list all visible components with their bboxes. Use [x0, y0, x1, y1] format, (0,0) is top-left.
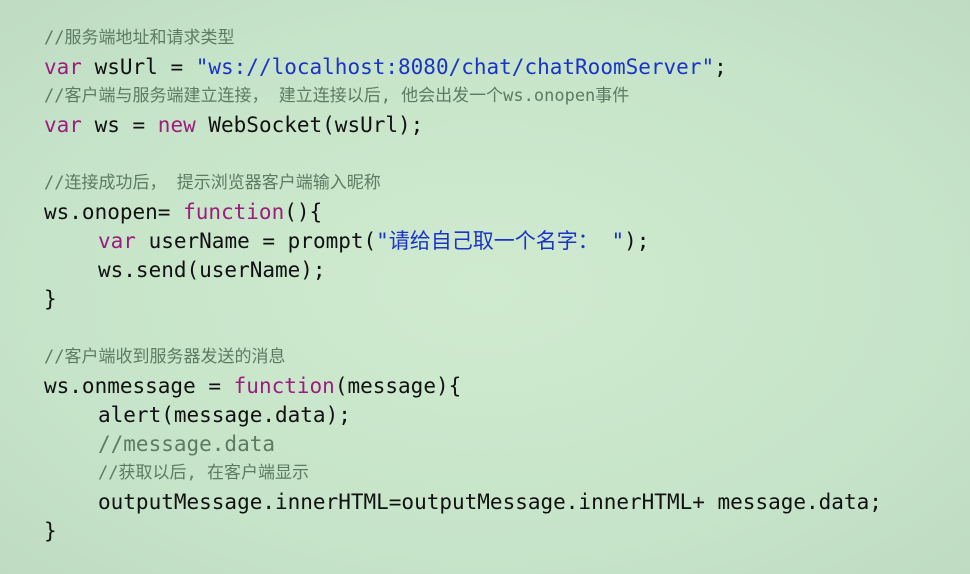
- keyword-function: function: [183, 200, 285, 224]
- code-text: ws.onmessage =: [44, 374, 234, 398]
- inline-comment: //message.data: [98, 432, 276, 456]
- code-line-send: ws.send(userName);: [44, 256, 970, 285]
- code-text: (){: [284, 200, 323, 224]
- code-text: WebSocket(wsUrl);: [195, 113, 424, 137]
- keyword-new: new: [157, 113, 196, 137]
- comment-client-connect: //客户端与服务端建立连接， 建立连接以后, 他会出发一个ws.onopen事件: [44, 86, 630, 106]
- code-slide: //服务端地址和请求类型 var wsUrl = "ws://localhost…: [0, 0, 970, 574]
- comment-receive-message: //客户端收到服务器发送的消息: [44, 347, 286, 367]
- code-line-onopen: ws.onopen= function(){: [44, 198, 970, 227]
- code-text: outputMessage.innerHTML=outputMessage.in…: [98, 490, 882, 514]
- keyword-var: var: [44, 113, 82, 137]
- code-line-close-brace: }: [44, 287, 57, 311]
- code-text: ;: [714, 55, 727, 79]
- comment-server-address: //服务端地址和请求类型: [44, 28, 235, 48]
- code-text: ws =: [81, 113, 158, 137]
- keyword-var: var: [98, 229, 136, 253]
- string-literal-prompt: "请给自己取一个名字： ": [376, 229, 625, 253]
- code-line-wsurl: var wsUrl = "ws://localhost:8080/chat/ch…: [44, 53, 970, 82]
- code-line-close-brace: }: [44, 519, 57, 543]
- code-line-prompt: var userName = prompt("请给自己取一个名字： ");: [44, 227, 970, 256]
- keyword-function: function: [233, 374, 335, 398]
- code-text: alert(message.data);: [98, 403, 351, 427]
- string-literal-url: "ws://localhost:8080/chat/chatRoomServer…: [195, 55, 715, 79]
- code-line-websocket: var ws = new WebSocket(wsUrl);: [44, 111, 970, 140]
- code-line-alert: alert(message.data);: [44, 401, 970, 430]
- code-line-onmessage: ws.onmessage = function(message){: [44, 372, 970, 401]
- code-text: ws.onopen=: [44, 200, 184, 224]
- code-text: (message){: [334, 374, 462, 398]
- comment-connect-success: //连接成功后， 提示浏览器客户端输入昵称: [44, 173, 381, 193]
- code-text: ws.send(userName);: [98, 258, 326, 282]
- code-text: );: [624, 229, 650, 253]
- code-text: userName = prompt(: [135, 229, 377, 253]
- keyword-var: var: [44, 55, 82, 79]
- code-text: wsUrl =: [81, 55, 196, 79]
- comment-text: //获取以后, 在客户端显示: [98, 463, 309, 483]
- code-line-output: outputMessage.innerHTML=outputMessage.in…: [44, 488, 970, 517]
- code-line-comment-data: //message.data: [44, 430, 970, 459]
- comment-display-client: //获取以后, 在客户端显示: [44, 459, 970, 488]
